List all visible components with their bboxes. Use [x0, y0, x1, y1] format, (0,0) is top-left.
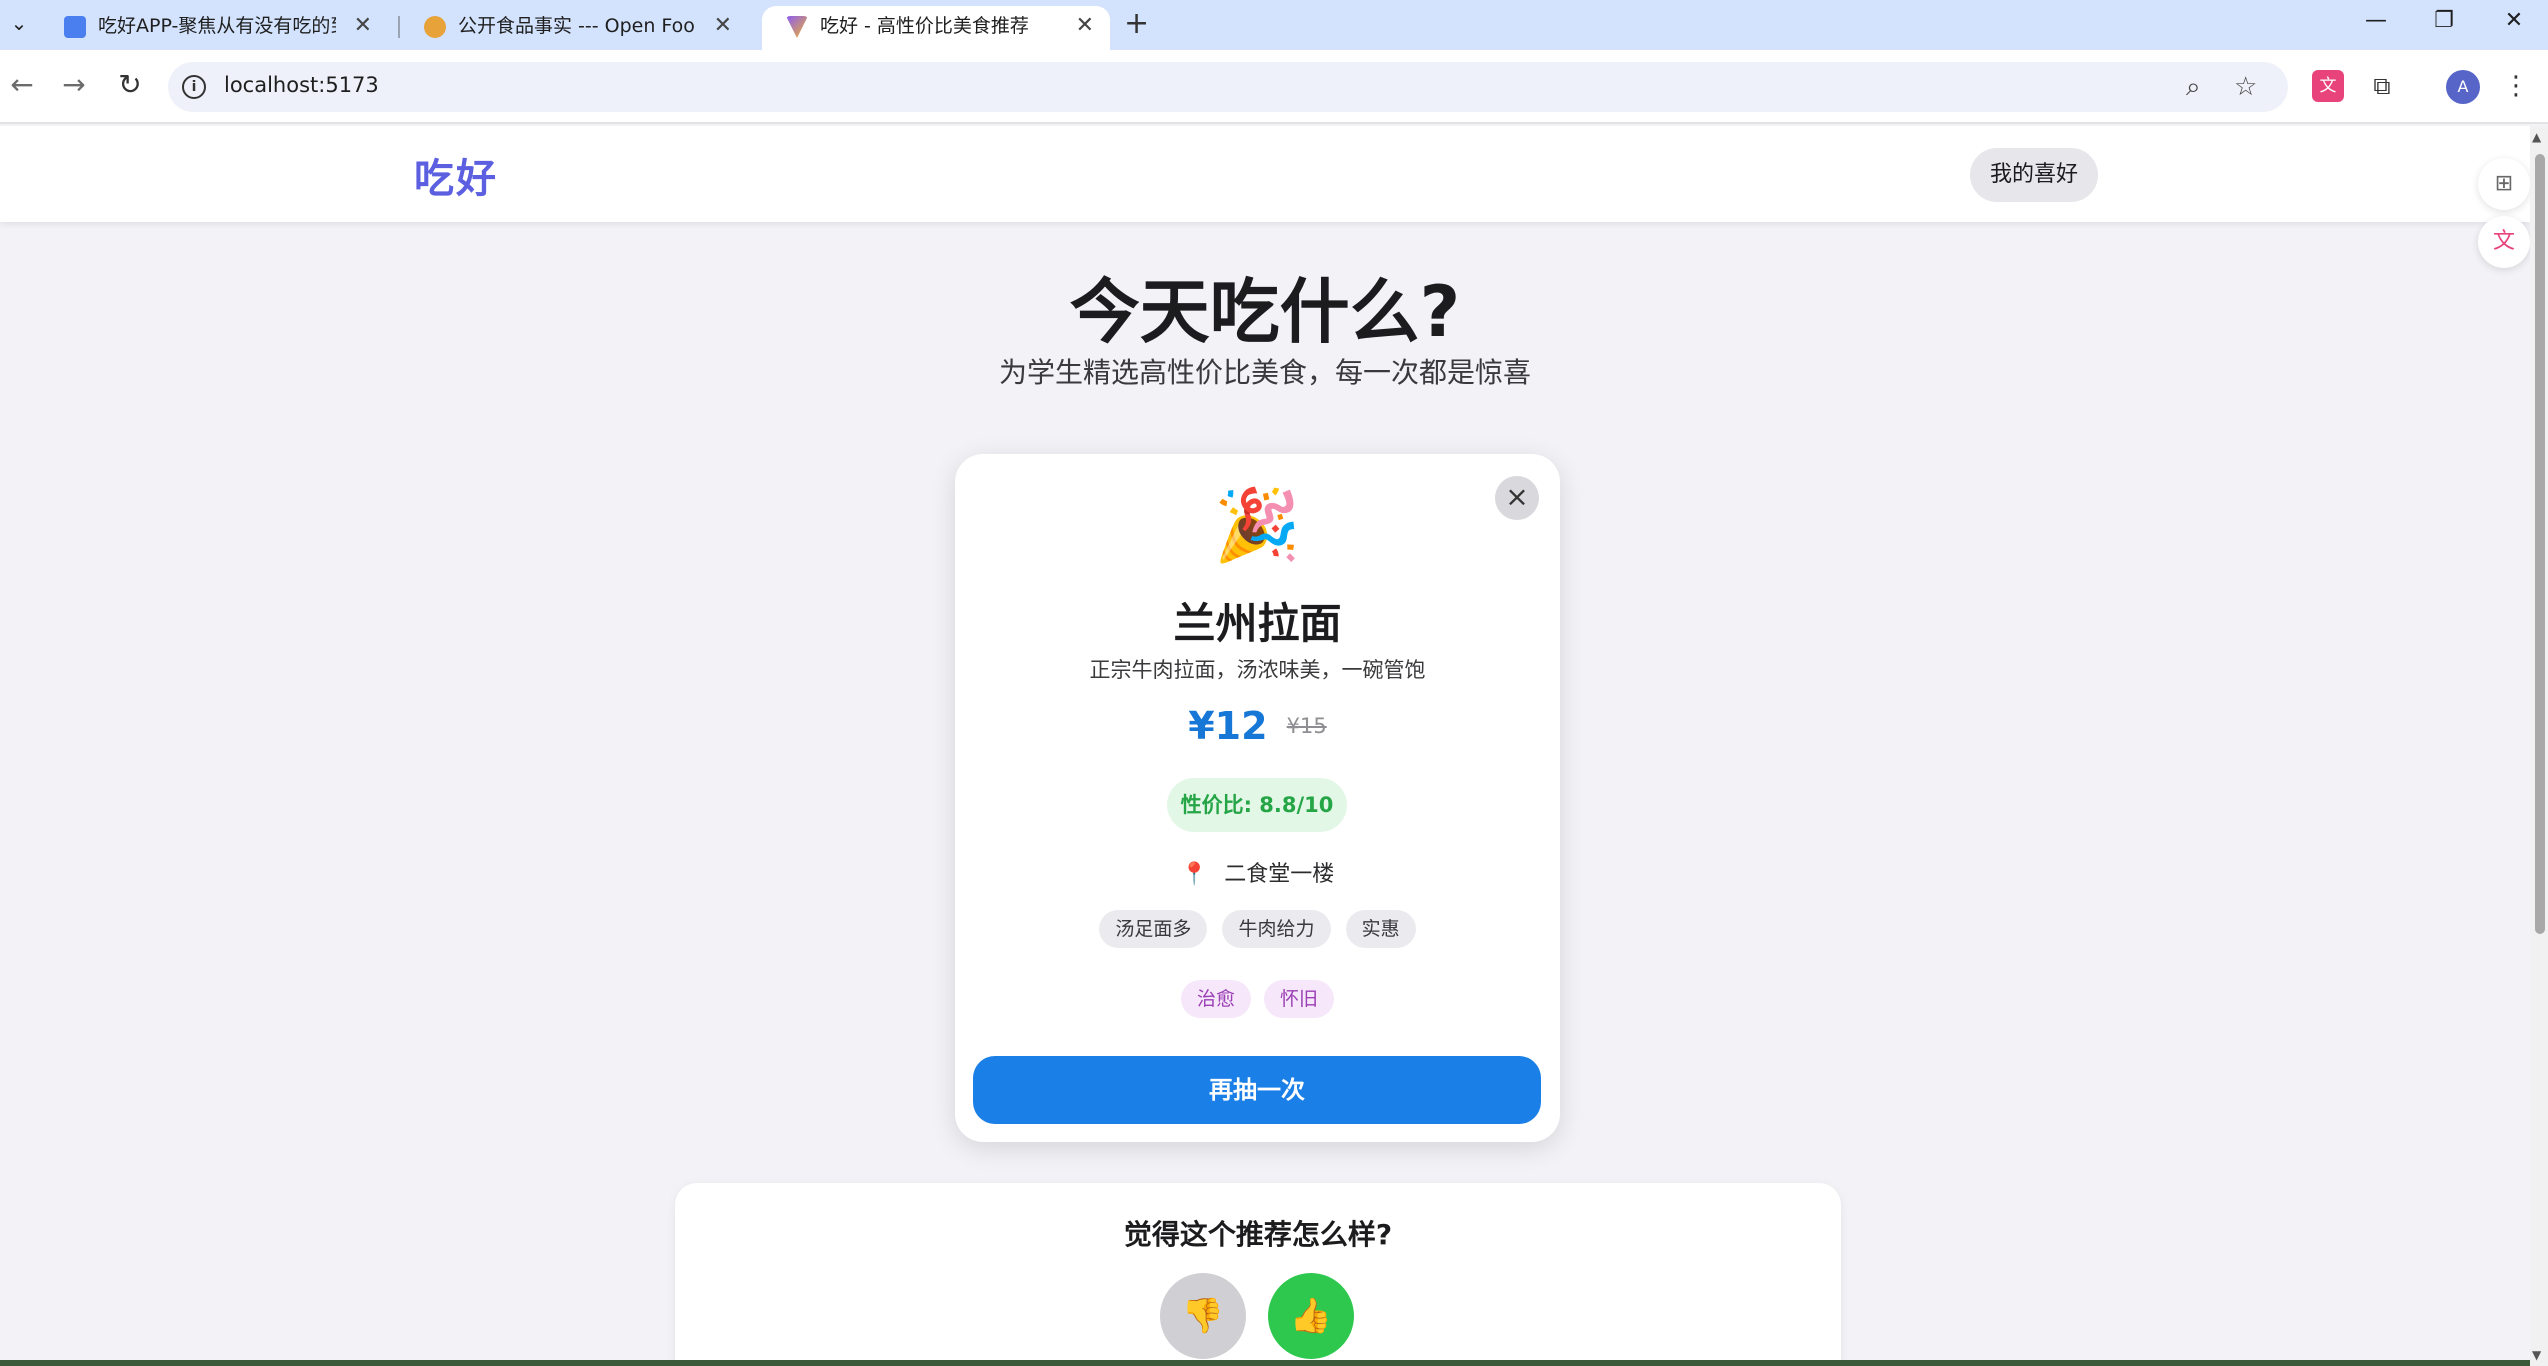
- bookmark-star-icon[interactable]: ☆: [2234, 72, 2257, 102]
- value-score-badge: 性价比: 8.8/10: [1167, 778, 1347, 832]
- tab-title: 吃好APP-聚焦从有没有吃的到吃: [98, 15, 336, 37]
- forward-arrow-icon[interactable]: →: [54, 68, 94, 101]
- desktop-strip: [0, 1360, 2530, 1366]
- extensions-puzzle-icon[interactable]: ⧉: [2366, 70, 2398, 102]
- scrollbar-thumb[interactable]: [2535, 154, 2545, 934]
- feature-tags: 汤足面多 牛肉给力 实惠: [955, 910, 1560, 948]
- hero-subtitle: 为学生精选高性价比美食，每一次都是惊喜: [998, 356, 1531, 389]
- browser-tab-3-active[interactable]: 吃好 - 高性价比美食推荐 ✕: [762, 6, 1110, 50]
- browser-tab-bar: ⌄ 吃好APP-聚焦从有没有吃的到吃 ✕ 公开食品事实 --- Open Foo…: [0, 0, 2548, 50]
- browser-tab-2[interactable]: 公开食品事实 --- Open Food Fa ✕: [400, 6, 748, 50]
- feature-tag: 牛肉给力: [1222, 910, 1331, 948]
- close-window-icon[interactable]: ✕: [2494, 8, 2534, 33]
- url-text[interactable]: localhost:5173: [224, 73, 379, 97]
- zoom-magnifier-icon[interactable]: ⌕: [2186, 72, 2201, 103]
- translate-extension-icon[interactable]: 文: [2312, 70, 2344, 102]
- address-bar[interactable]: i localhost:5173 ⌕ ☆: [168, 62, 2288, 112]
- location-row: 📍 二食堂一楼: [955, 856, 1560, 888]
- location-pin-icon: 📍: [1180, 862, 1209, 887]
- thumbs-up-icon[interactable]: 👍: [1268, 1273, 1354, 1359]
- mood-tag: 治愈: [1180, 980, 1251, 1018]
- redraw-button[interactable]: 再抽一次: [973, 1056, 1541, 1124]
- thumbs-down-icon[interactable]: 👎: [1160, 1273, 1246, 1359]
- site-logo[interactable]: 吃好: [414, 146, 498, 204]
- feature-tag: 实惠: [1345, 910, 1416, 948]
- back-arrow-icon[interactable]: ←: [2, 68, 42, 101]
- close-tab-icon[interactable]: ✕: [714, 6, 732, 46]
- dish-name: 兰州拉面: [1173, 599, 1342, 648]
- current-price: ¥12: [1188, 704, 1268, 748]
- browser-menu-icon[interactable]: ⋮: [2500, 70, 2532, 102]
- page-scrollbar[interactable]: ▲ ▼: [2530, 126, 2548, 1366]
- docs-favicon-icon: [64, 16, 86, 38]
- browser-toolbar: ← → ↻ i localhost:5173 ⌕ ☆ 文 ⧉ A ⋮: [0, 50, 2548, 124]
- openfoodfacts-favicon-icon: [424, 16, 446, 38]
- close-tab-icon[interactable]: ✕: [1076, 6, 1094, 46]
- feature-tag: 汤足面多: [1099, 910, 1208, 948]
- original-price: ¥15: [1286, 714, 1327, 738]
- location-text: 二食堂一楼: [1224, 862, 1335, 887]
- side-panel-translate-icon[interactable]: 文: [2478, 216, 2530, 268]
- profile-avatar[interactable]: A: [2446, 70, 2480, 104]
- restore-window-icon[interactable]: ❐: [2424, 8, 2464, 33]
- price-row: ¥12 ¥15: [955, 704, 1560, 748]
- scroll-up-arrow-icon[interactable]: ▲: [2532, 130, 2541, 144]
- close-tab-icon[interactable]: ✕: [354, 6, 372, 46]
- reload-icon[interactable]: ↻: [110, 68, 150, 101]
- feedback-question: 觉得这个推荐怎么样?: [1123, 1218, 1393, 1251]
- new-tab-plus-icon[interactable]: +: [1124, 6, 1149, 42]
- hero-title: 今天吃什么?: [1069, 271, 1461, 353]
- tab-title: 公开食品事实 --- Open Food Fa: [458, 15, 696, 37]
- page-viewport: 吃好 我的喜好 今天吃什么? 为学生精选高性价比美食，每一次都是惊喜 × 🎉 兰…: [0, 126, 2530, 1366]
- minimize-window-icon[interactable]: —: [2356, 8, 2396, 33]
- tab-search-chevron-icon[interactable]: ⌄: [4, 8, 34, 38]
- tab-title: 吃好 - 高性价比美食推荐: [820, 15, 1029, 37]
- vite-favicon-icon: [786, 16, 808, 38]
- site-header: 吃好 我的喜好: [0, 126, 2530, 222]
- browser-tab-1[interactable]: 吃好APP-聚焦从有没有吃的到吃 ✕: [40, 6, 388, 50]
- feedback-panel: 觉得这个推荐怎么样? 👎 👍: [675, 1183, 1841, 1366]
- mood-tags: 治愈 怀旧: [955, 980, 1560, 1018]
- scroll-down-arrow-icon[interactable]: ▼: [2532, 1348, 2541, 1362]
- dish-description: 正宗牛肉拉面，汤浓味美，一碗管饱: [1089, 658, 1426, 682]
- site-info-icon[interactable]: i: [182, 75, 206, 99]
- mood-tag: 怀旧: [1264, 980, 1335, 1018]
- side-panel-grid-icon[interactable]: ⊞: [2478, 158, 2530, 210]
- my-preferences-button[interactable]: 我的喜好: [1970, 148, 2098, 202]
- party-popper-icon: 🎉: [1213, 484, 1302, 566]
- recommendation-card: × 🎉 兰州拉面 正宗牛肉拉面，汤浓味美，一碗管饱 ¥12 ¥15 性价比: 8…: [955, 454, 1560, 1142]
